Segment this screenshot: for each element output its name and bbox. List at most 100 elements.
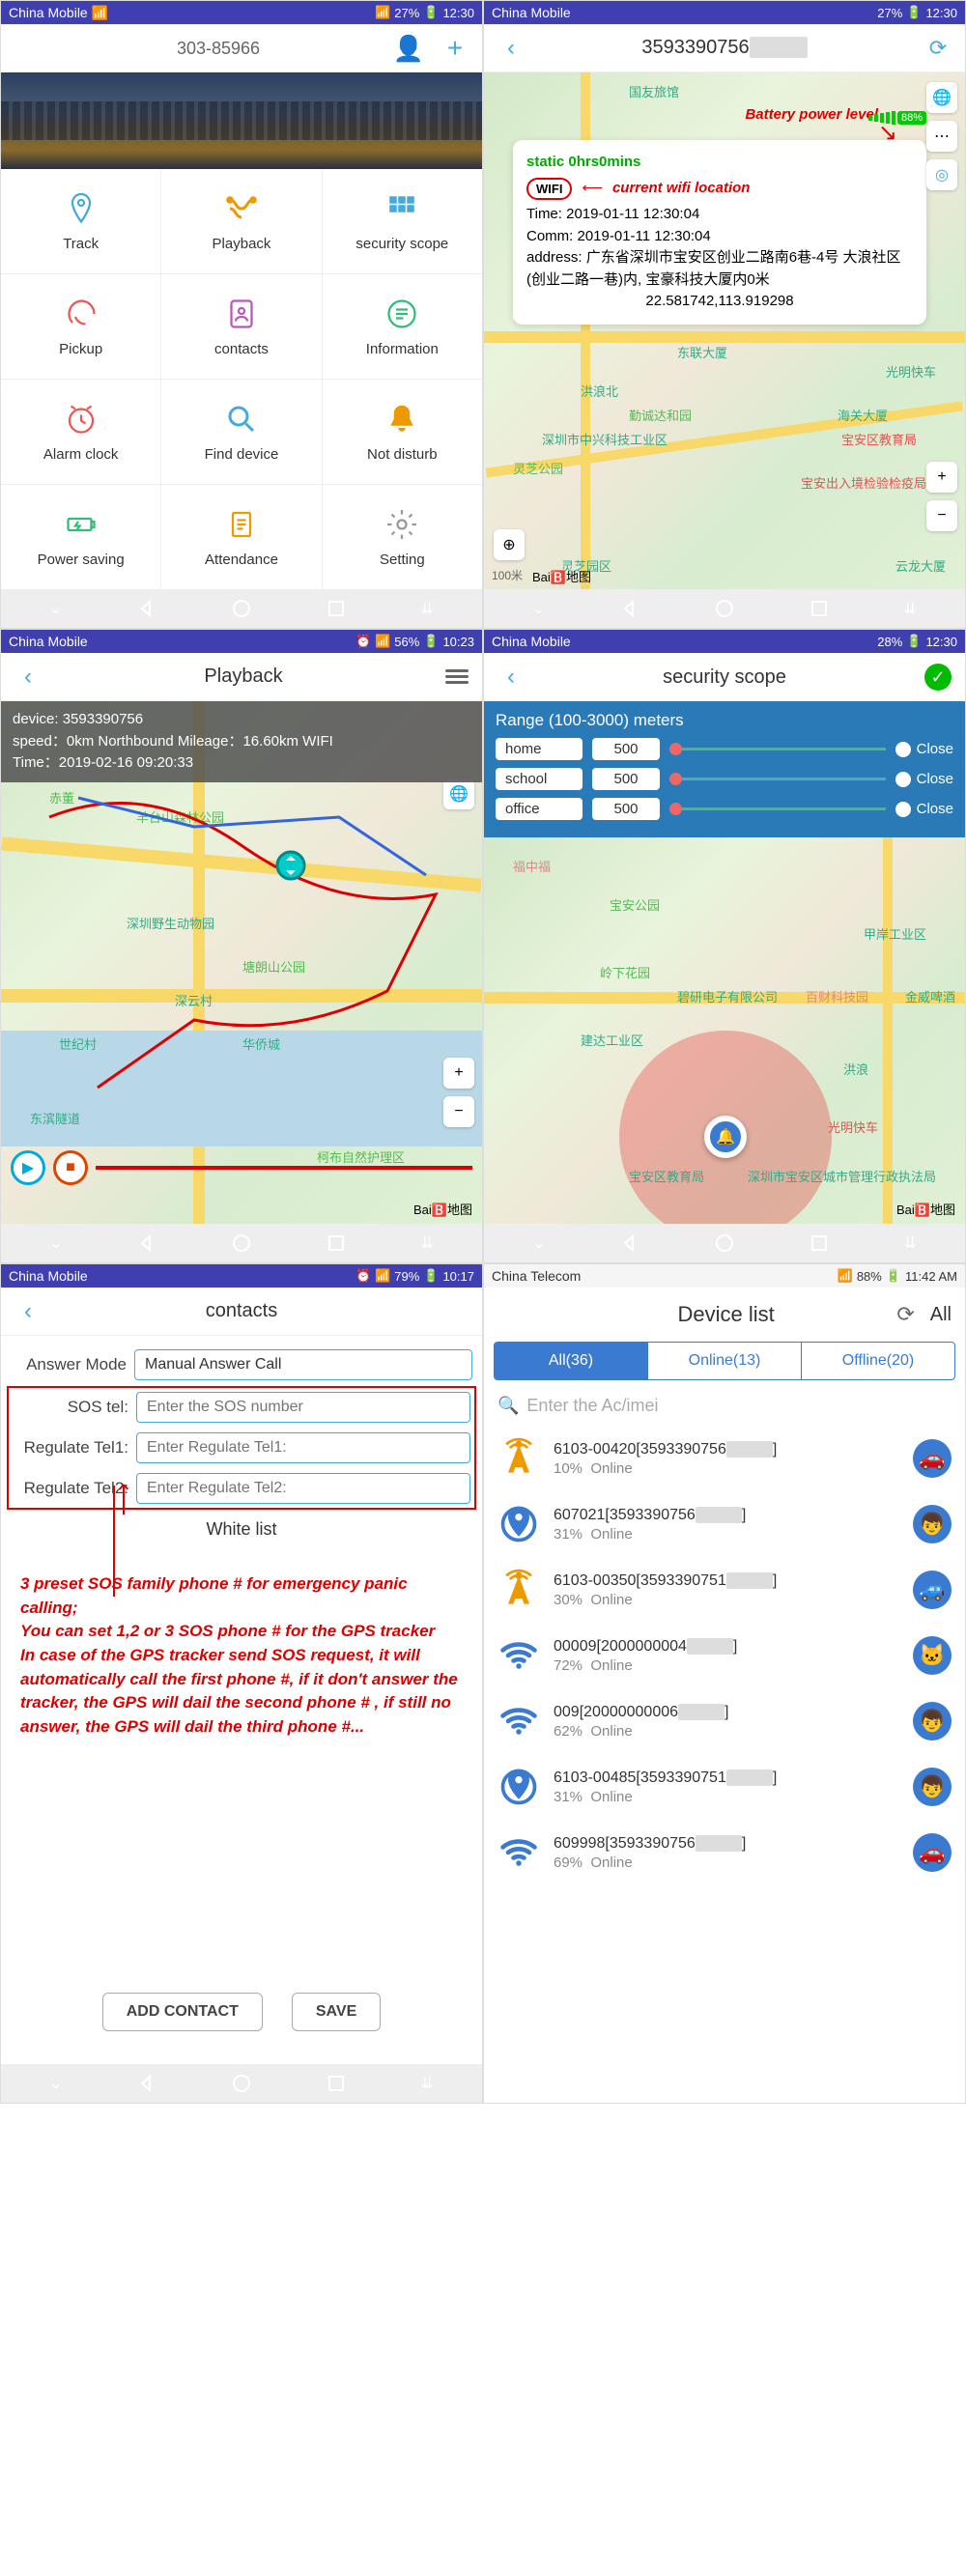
nav-home-icon[interactable]	[231, 598, 252, 619]
search-input[interactable]: Enter the Ac/imei	[526, 1396, 658, 1416]
device-row[interactable]: 6103-00485[3593390751xxxxxx] 31% Online …	[484, 1754, 965, 1820]
feature-find-device[interactable]: Find device	[161, 380, 321, 484]
regulate-tel2-input[interactable]	[136, 1473, 470, 1504]
nav-down-icon[interactable]: ⌄	[49, 599, 62, 618]
feature-pickup[interactable]: Pickup	[1, 274, 160, 379]
range-slider[interactable]	[669, 807, 886, 810]
panel-playback: China Mobile ⏰ 📶 56% 🔋 10:23 ‹ Playback …	[0, 629, 483, 1263]
confirm-icon[interactable]: ✓	[924, 664, 952, 691]
tab-online[interactable]: Online(13)	[648, 1343, 802, 1379]
feature-attendance[interactable]: Attendance	[161, 485, 321, 589]
device-row[interactable]: 009[20000000006xxxxxx] 62% Online 👦	[484, 1688, 965, 1754]
feature-setting[interactable]: Setting	[323, 485, 482, 589]
device-row[interactable]: 6103-00350[3593390751xxxxxx] 30% Online …	[484, 1557, 965, 1623]
android-nav: ⌄⇊	[484, 1224, 965, 1262]
playback-info: device: 3593390756 speed：0km Northbound …	[1, 701, 482, 782]
tab-offline[interactable]: Offline(20)	[802, 1343, 954, 1379]
scope-map[interactable]: 🔔 福中福 宝安公园 甲岸工业区 岭下花园 碧研电子有限公司 百财科技园 金威啤…	[484, 837, 965, 1224]
device-id: 6103-00485[3593390751xxxxxx]	[554, 1769, 899, 1787]
search-icon[interactable]: 🔍	[497, 1396, 519, 1416]
close-toggle[interactable]: Close	[895, 771, 953, 787]
info-address: address: 广东省深圳市宝安区创业二路南6巷-4号 大浪社区(创业二路一巷…	[526, 247, 913, 291]
device-row[interactable]: 6103-00420[3593390756xxxxxx] 10% Online …	[484, 1426, 965, 1491]
range-name-input[interactable]	[496, 768, 582, 790]
range-slider[interactable]	[669, 778, 886, 780]
wifi-icon	[497, 1831, 540, 1874]
device-id: 6103-00350[3593390751xxxxxx]	[554, 1572, 899, 1590]
device-id: 3593390756xxxxxx	[525, 37, 924, 59]
device-list-header: Device list ⟳ All	[484, 1288, 965, 1342]
feature-playback[interactable]: Playback	[161, 169, 321, 273]
feature-track[interactable]: Track	[1, 169, 160, 273]
back-icon[interactable]: ‹	[497, 664, 525, 691]
zoom-out-icon[interactable]: −	[926, 500, 957, 531]
avatar[interactable]: 👦	[913, 1768, 952, 1806]
range-row-office: Close	[496, 798, 953, 820]
back-icon[interactable]: ‹	[14, 1298, 42, 1325]
avatar[interactable]: 🚙	[913, 1571, 952, 1609]
range-slider[interactable]	[669, 748, 886, 750]
map-canvas[interactable]: Battery power level 88% ↘ static 0hrs0mi…	[484, 72, 965, 589]
whitelist-link[interactable]: White list	[11, 1506, 472, 1553]
device-status: 72% Online	[554, 1657, 899, 1674]
baidu-logo: Bai🅱️地图	[532, 567, 591, 585]
page-title: security scope	[525, 666, 924, 689]
answer-mode-select[interactable]: Manual Answer Call	[134, 1349, 472, 1380]
info-coords: 22.581742,113.919298	[526, 291, 913, 313]
range-config: Range (100-3000) meters Close Close Clos…	[484, 701, 965, 837]
zoom-in-icon[interactable]: +	[926, 462, 957, 493]
profile-icon[interactable]: 👤	[395, 35, 422, 62]
save-button[interactable]: SAVE	[292, 1993, 381, 2031]
feature-information[interactable]: Information	[323, 274, 482, 379]
nav-back-icon[interactable]	[136, 598, 157, 619]
device-status: 31% Online	[554, 1789, 899, 1805]
add-icon[interactable]: +	[441, 35, 469, 62]
more-icon[interactable]: ⋯	[926, 121, 957, 152]
target-icon[interactable]: ◎	[926, 159, 957, 190]
playback-slider[interactable]	[96, 1166, 472, 1170]
refresh-icon[interactable]: ⟳	[924, 35, 952, 62]
all-link[interactable]: All	[930, 1304, 952, 1326]
feature-power-saving[interactable]: Power saving	[1, 485, 160, 589]
refresh-icon[interactable]: ⟳	[896, 1302, 914, 1327]
back-icon[interactable]: ‹	[497, 35, 525, 62]
stop-button[interactable]: ■	[53, 1150, 88, 1185]
device-row[interactable]: 607021[3593390756xxxxxx] 31% Online 👦	[484, 1491, 965, 1557]
avatar[interactable]: 👦	[913, 1702, 952, 1741]
globe-icon[interactable]: 🌐	[926, 82, 957, 113]
feature-security-scope[interactable]: security scope	[323, 169, 482, 273]
baidu-logo: Bai🅱️地图	[896, 1200, 955, 1218]
sos-tel-input[interactable]	[136, 1392, 470, 1423]
range-name-input[interactable]	[496, 798, 582, 820]
feature-alarm-clock[interactable]: Alarm clock	[1, 380, 160, 484]
back-icon[interactable]: ‹	[14, 664, 42, 691]
avatar[interactable]: 🚗	[913, 1833, 952, 1872]
range-name-input[interactable]	[496, 738, 582, 760]
close-toggle[interactable]: Close	[895, 801, 953, 817]
range-value-input[interactable]	[592, 768, 660, 790]
close-toggle[interactable]: Close	[895, 741, 953, 757]
device-row[interactable]: 609998[3593390756xxxxxx] 69% Online 🚗	[484, 1820, 965, 1885]
panel-device-list: China Telecom 📶 88% 🔋 11:42 AM Device li…	[483, 1263, 966, 2104]
avatar[interactable]: 🚗	[913, 1439, 952, 1478]
regulate-tel1-input[interactable]	[136, 1432, 470, 1463]
add-contact-button[interactable]: ADD CONTACT	[102, 1993, 263, 2031]
device-status: 69% Online	[554, 1854, 899, 1871]
range-value-input[interactable]	[592, 738, 660, 760]
avatar[interactable]: 👦	[913, 1505, 952, 1543]
tab-all[interactable]: All(36)	[495, 1343, 648, 1379]
device-status: 62% Online	[554, 1723, 899, 1740]
feature-not-disturb[interactable]: Not disturb	[323, 380, 482, 484]
nav-menu-icon[interactable]: ⇊	[420, 599, 433, 618]
range-value-input[interactable]	[592, 798, 660, 820]
playback-map[interactable]: device: 3593390756 speed：0km Northbound …	[1, 701, 482, 1224]
compass-icon[interactable]: ⊕	[494, 529, 525, 560]
play-button[interactable]: ▶	[11, 1150, 45, 1185]
device-row[interactable]: 00009[2000000004xxxxxx] 72% Online 🐱	[484, 1623, 965, 1688]
nav-recent-icon[interactable]	[326, 598, 347, 619]
device-id: 607021[3593390756xxxxxx]	[554, 1507, 899, 1524]
avatar[interactable]: 🐱	[913, 1636, 952, 1675]
page-title: Device list	[555, 1302, 896, 1327]
menu-icon[interactable]	[445, 669, 469, 684]
feature-contacts[interactable]: contacts	[161, 274, 321, 379]
